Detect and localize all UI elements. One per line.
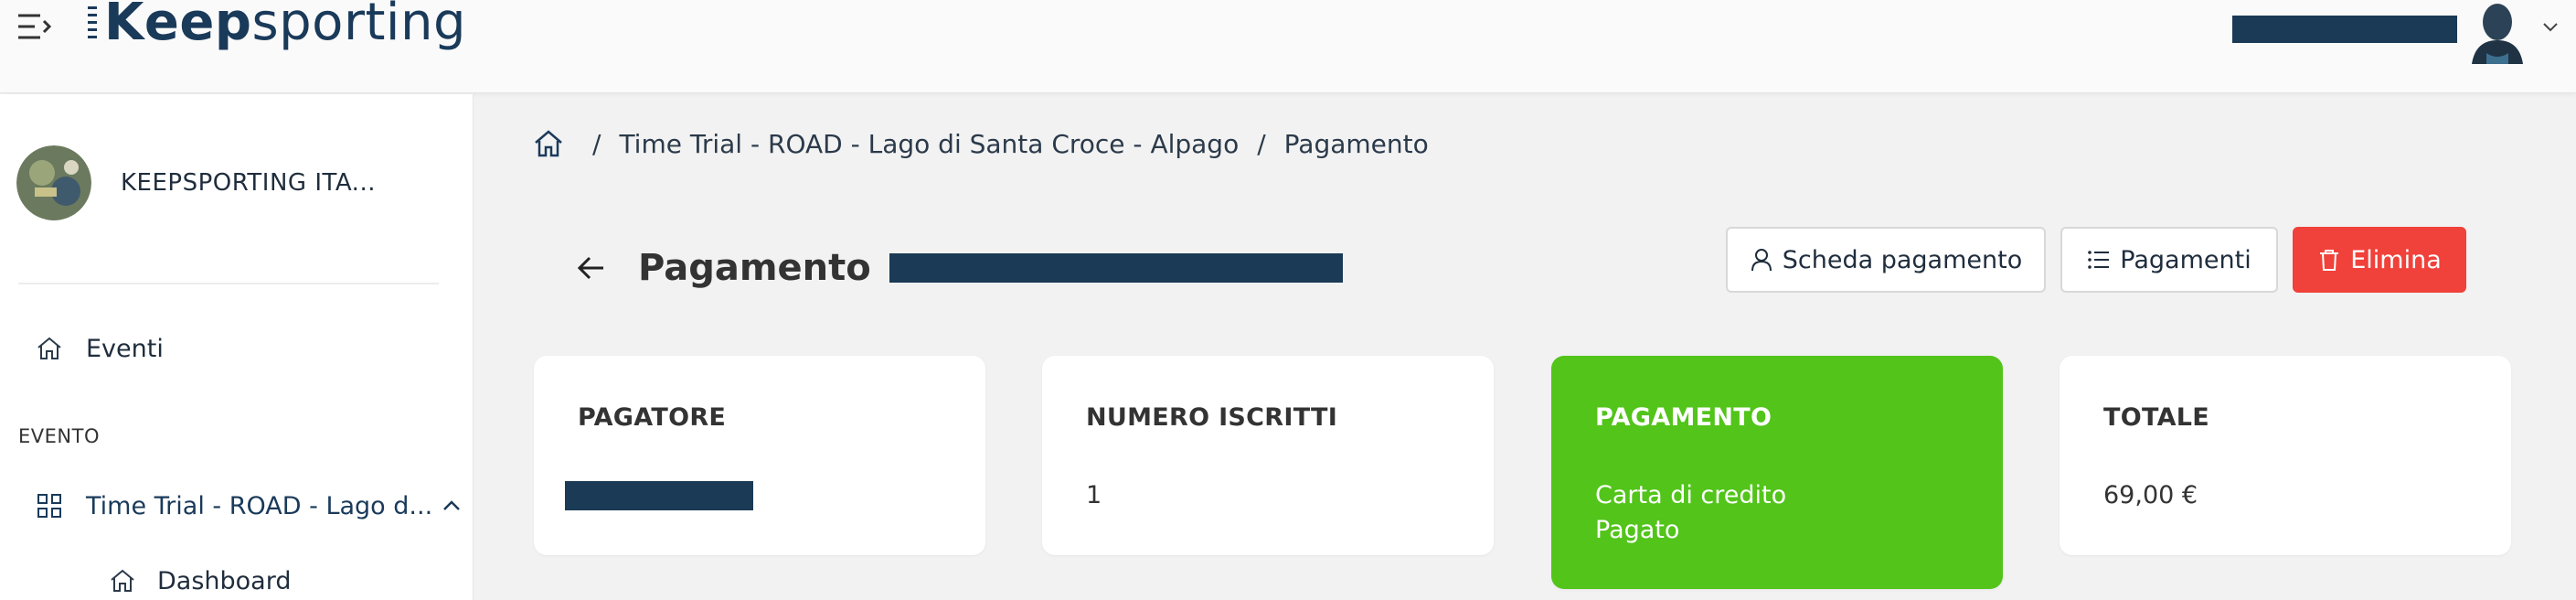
sidebar-event-label: Time Trial - ROAD - Lago d...	[86, 491, 433, 520]
breadcrumb-separator: /	[1257, 128, 1266, 159]
organization-header[interactable]: KEEPSPORTING ITA...	[16, 145, 376, 220]
home-icon	[111, 569, 134, 592]
sidebar: KEEPSPORTING ITA... Eventi EVENTO Time T…	[0, 94, 474, 600]
sidebar-item-eventi[interactable]: Eventi	[35, 334, 164, 363]
scheda-pagamento-button[interactable]: Scheda pagamento	[1726, 227, 2046, 293]
card-label: PAGATORE	[578, 403, 727, 432]
organization-avatar	[16, 145, 91, 220]
list-icon	[2088, 251, 2110, 269]
breadcrumb: / Time Trial - ROAD - Lago di Santa Croc…	[532, 128, 1429, 159]
back-arrow-icon[interactable]	[576, 254, 607, 282]
elimina-label: Elimina	[2350, 245, 2442, 274]
payment-status: Pagato	[1595, 516, 1680, 544]
card-value: 69,00 €	[2103, 481, 2198, 509]
card-numero-iscritti: NUMERO ISCRITTI 1	[1042, 356, 1494, 555]
card-pagamento: PAGAMENTO Carta di credito Pagato	[1551, 356, 2003, 589]
breadcrumb-event[interactable]: Time Trial - ROAD - Lago di Santa Croce …	[619, 129, 1239, 159]
card-totale: TOTALE 69,00 €	[2060, 356, 2511, 555]
home-icon	[37, 337, 61, 359]
logo-mark-icon	[88, 6, 97, 38]
logo-text-strong: eep	[144, 0, 252, 52]
grid-icon	[37, 494, 61, 518]
payment-method: Carta di credito	[1595, 481, 1787, 509]
page-title: Pagamento	[638, 247, 871, 289]
keepsporting-logo[interactable]: Keep sporting	[88, 0, 466, 52]
breadcrumb-separator: /	[592, 128, 601, 159]
trash-icon	[2320, 250, 2339, 271]
top-bar: Keep sporting	[0, 0, 2576, 93]
card-label: NUMERO ISCRITTI	[1086, 403, 1338, 432]
user-name-redacted	[2232, 16, 2457, 43]
scheda-pagamento-label: Scheda pagamento	[1782, 245, 2023, 274]
sidebar-item-label: Eventi	[86, 334, 164, 363]
card-pagatore: PAGATORE	[534, 356, 985, 555]
chevron-down-icon[interactable]	[2541, 20, 2560, 35]
chevron-up-icon[interactable]	[442, 498, 462, 513]
elimina-button[interactable]: Elimina	[2293, 227, 2466, 293]
sidebar-subitem-label: Dashboard	[157, 566, 292, 595]
pagamenti-button[interactable]: Pagamenti	[2060, 227, 2278, 293]
card-label: TOTALE	[2103, 403, 2210, 432]
sidebar-divider	[18, 283, 439, 284]
menu-toggle-icon[interactable]	[16, 11, 53, 42]
card-value: Carta di credito Pagato	[1595, 478, 1786, 548]
page-title-row: Pagamento	[576, 247, 1343, 289]
organization-name: KEEPSPORTING ITA...	[121, 169, 376, 197]
payment-id-redacted	[889, 253, 1343, 283]
sidebar-subitem-dashboard[interactable]: Dashboard	[108, 566, 291, 595]
payer-name-redacted	[565, 481, 753, 510]
logo-k: K	[104, 0, 144, 52]
user-icon	[1751, 249, 1772, 272]
logo-text-light: sporting	[251, 0, 467, 52]
card-value: 1	[1086, 481, 1102, 509]
sidebar-item-event[interactable]: Time Trial - ROAD - Lago d...	[35, 491, 462, 520]
home-icon[interactable]	[532, 128, 565, 159]
user-avatar[interactable]	[2468, 0, 2527, 64]
card-label: PAGAMENTO	[1595, 403, 1772, 432]
sidebar-section-evento: EVENTO	[18, 425, 100, 447]
breadcrumb-current: Pagamento	[1283, 128, 1429, 159]
pagamenti-label: Pagamenti	[2120, 245, 2251, 274]
